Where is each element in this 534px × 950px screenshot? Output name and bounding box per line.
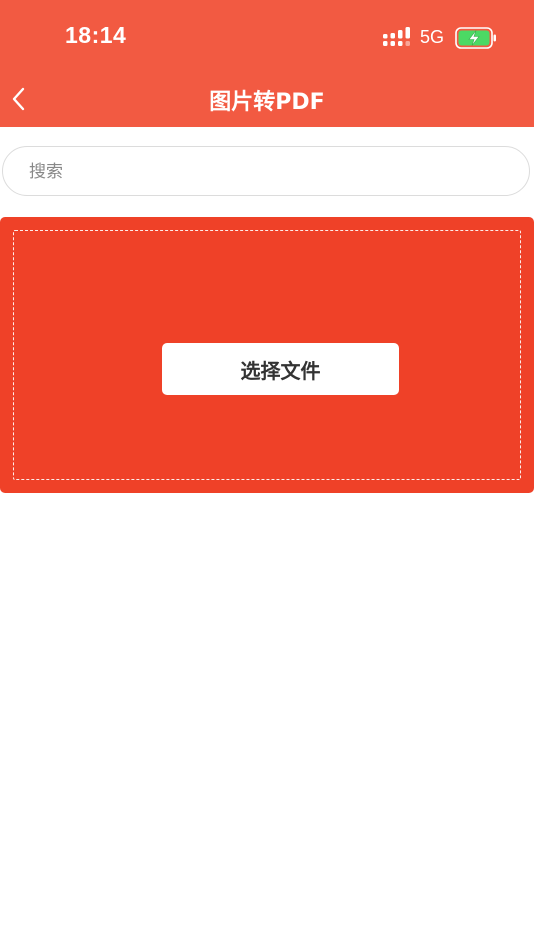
battery-charging-icon xyxy=(455,27,496,49)
signal-bars-icon xyxy=(383,27,410,46)
drop-zone[interactable]: 选择文件 xyxy=(13,230,521,480)
search-input[interactable] xyxy=(27,147,511,197)
status-bar: 18:14 5G xyxy=(0,0,534,76)
search-box[interactable] xyxy=(2,146,530,197)
select-file-button[interactable]: 选择文件 xyxy=(162,343,399,395)
nav-bar: 图片转PDF xyxy=(0,76,534,127)
upload-area[interactable]: 选择文件 xyxy=(0,217,534,493)
app-header: 18:14 5G 图片转PDF xyxy=(0,0,534,127)
network-type-label: 5G xyxy=(420,27,445,47)
page-title: 图片转PDF xyxy=(209,90,325,115)
status-time: 18:14 xyxy=(65,22,127,48)
